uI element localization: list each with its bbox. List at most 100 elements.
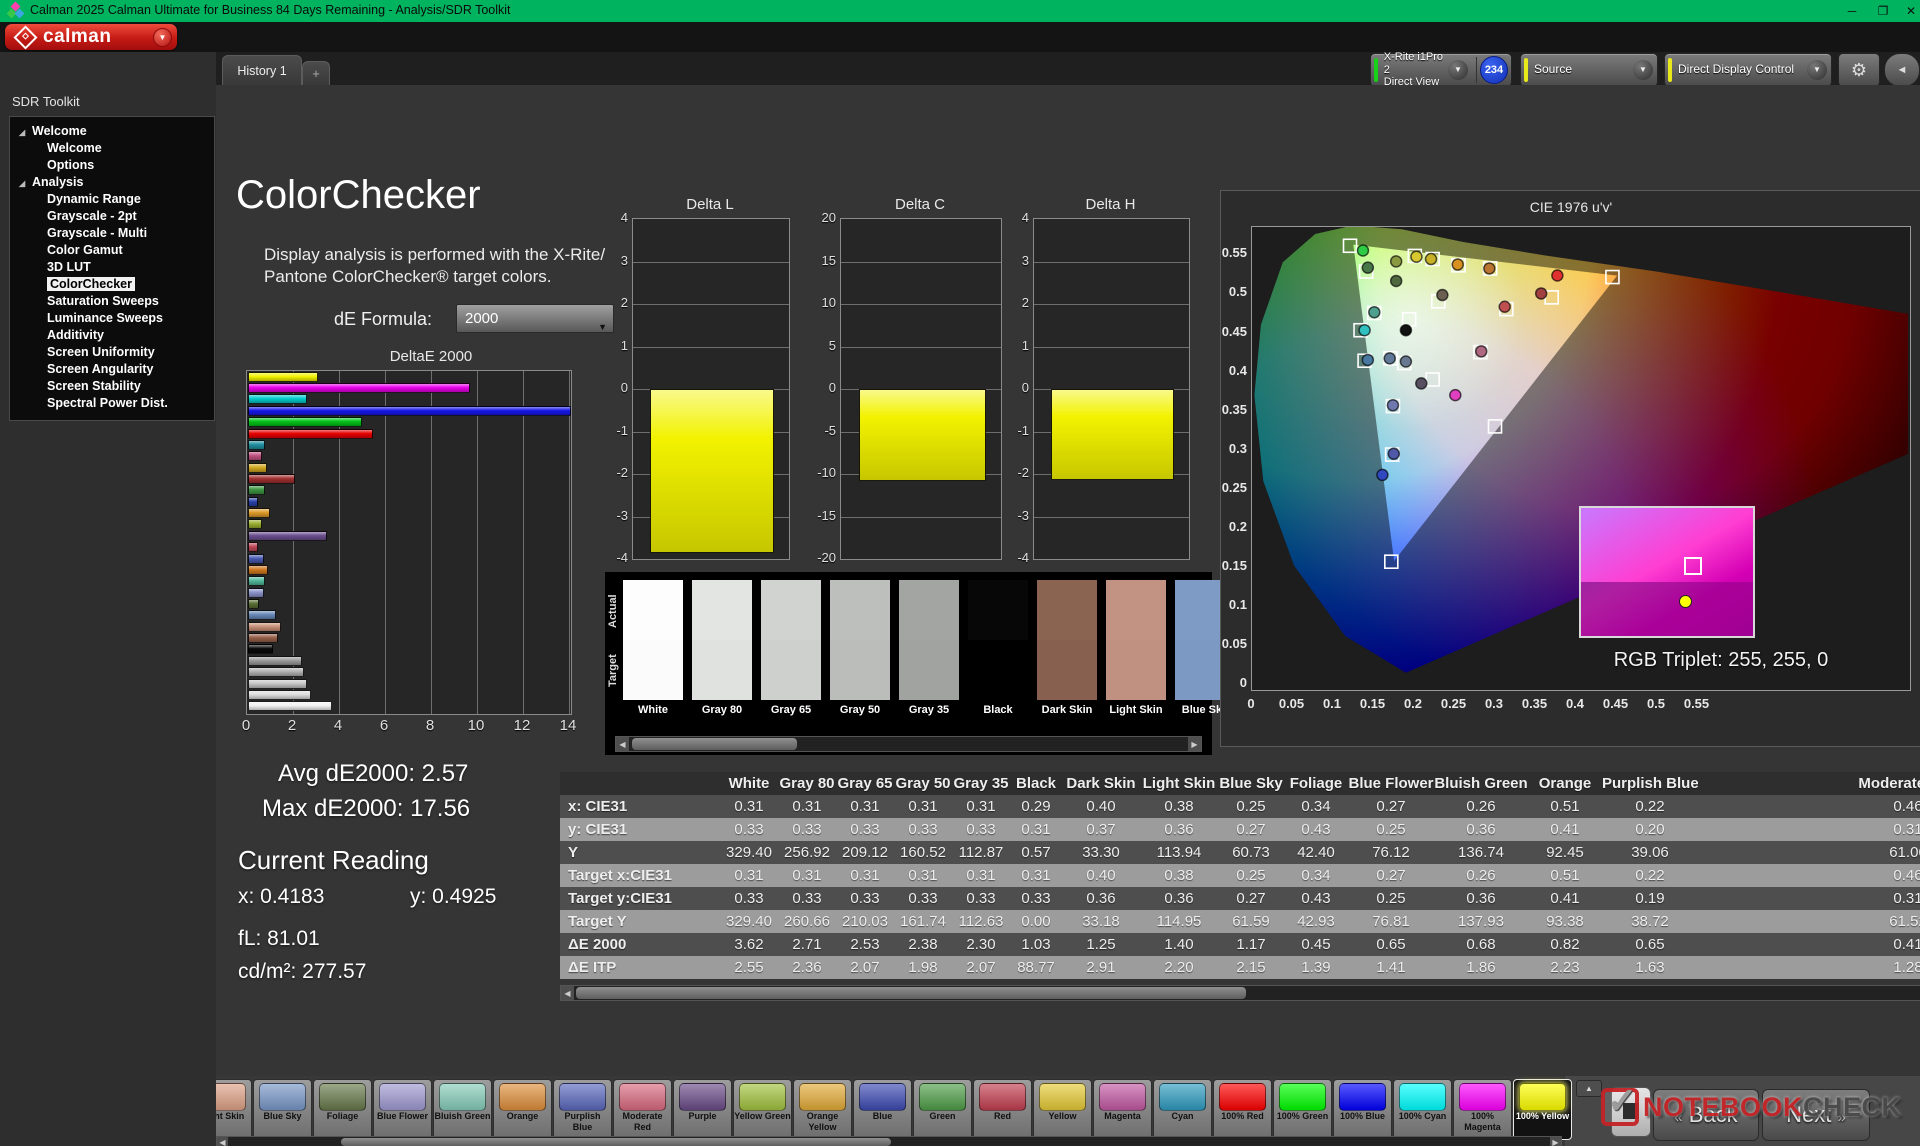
next-button[interactable]: Next »	[1762, 1089, 1870, 1141]
gear-icon[interactable]: ⚙	[1838, 53, 1880, 87]
swatch-gray-80[interactable]: Gray 80	[692, 580, 752, 700]
patch-color-chip	[499, 1083, 546, 1111]
pattern-window-button[interactable]	[1611, 1087, 1651, 1137]
patch-button-blue[interactable]: Blue	[853, 1079, 912, 1140]
table-cell: 0.29	[1010, 795, 1062, 818]
patch-button-100-magenta[interactable]: 100% Magenta	[1453, 1079, 1512, 1140]
table-cell: 0.31	[1698, 818, 1920, 841]
table-scrollbar[interactable]: ◀	[560, 985, 1920, 1001]
swatch-dark-skin[interactable]: Dark Skin	[1037, 580, 1097, 700]
logo-dropdown-icon[interactable]: ▼	[153, 28, 172, 47]
tab-history-1[interactable]: History 1	[222, 55, 302, 86]
description-line1: Display analysis is performed with the X…	[264, 245, 605, 265]
chevron-down-icon[interactable]: ▼	[1807, 60, 1827, 80]
sidebar-item-grayscale-2pt[interactable]: Grayscale - 2pt	[10, 208, 214, 225]
scroll-left-icon[interactable]: ◀	[561, 986, 574, 1000]
swatch-white[interactable]: White	[623, 580, 683, 700]
swatch-target	[692, 640, 752, 700]
patch-button-100-green[interactable]: 100% Green	[1273, 1079, 1332, 1140]
table-cell: 2.07	[836, 956, 894, 979]
back-button[interactable]: « Back	[1653, 1089, 1759, 1141]
patch-button-yellow-green[interactable]: Yellow Green	[733, 1079, 792, 1140]
sidebar-item-saturation-sweeps[interactable]: Saturation Sweeps	[10, 293, 214, 310]
patch-button-purplish-blue[interactable]: Purplish Blue	[553, 1079, 612, 1140]
de-bar-100-magenta	[248, 383, 470, 393]
sidebar-item-additivity[interactable]: Additivity	[10, 327, 214, 344]
close-icon[interactable]: ✕	[1899, 2, 1920, 20]
add-tab-button[interactable]: +	[302, 61, 330, 86]
patch-button-100-cyan[interactable]: 100% Cyan	[1393, 1079, 1452, 1140]
patch-button-100-yellow[interactable]: 100% Yellow	[1513, 1079, 1572, 1140]
patch-button-green[interactable]: Green	[913, 1079, 972, 1140]
swatch-gray-65[interactable]: Gray 65	[761, 580, 821, 700]
table-scroll-thumb[interactable]	[576, 987, 1246, 999]
minimize-icon[interactable]: ─	[1840, 2, 1864, 20]
sidebar-item-screen-angularity[interactable]: Screen Angularity	[10, 361, 214, 378]
tree-group-analysis[interactable]: ◢Analysis	[10, 174, 214, 191]
cie-x-tick-label: 0	[1231, 696, 1271, 711]
patch-button-cyan[interactable]: Cyan	[1153, 1079, 1212, 1140]
patch-color-chip	[1099, 1083, 1146, 1111]
sidebar-item-screen-stability[interactable]: Screen Stability	[10, 378, 214, 395]
gridline	[477, 371, 478, 714]
sidebar-item-color-gamut[interactable]: Color Gamut	[10, 242, 214, 259]
source-dropdown[interactable]: Source ▼	[1520, 53, 1658, 87]
swatch-gray-35[interactable]: Gray 35	[899, 580, 959, 700]
patch-button-yellow[interactable]: Yellow	[1033, 1079, 1092, 1140]
sidebar-item-grayscale-multi[interactable]: Grayscale - Multi	[10, 225, 214, 242]
patch-scroll-thumb[interactable]	[341, 1138, 891, 1146]
sidebar-item-spectral-power-dist-[interactable]: Spectral Power Dist.	[10, 395, 214, 412]
swatch-light-skin[interactable]: Light Skin	[1106, 580, 1166, 700]
table-cell: 0.31	[894, 795, 952, 818]
patch-bar-scrollbar[interactable]: ◀ ▶	[216, 1136, 1562, 1146]
display-control-dropdown[interactable]: Direct Display Control ▼	[1664, 53, 1832, 87]
patch-button-red[interactable]: Red	[973, 1079, 1032, 1140]
cie-y-tick-label: 0.5	[1221, 284, 1247, 299]
panel-collapse-icon[interactable]: ◄	[1884, 53, 1920, 87]
table-cell: 0.33	[952, 818, 1010, 841]
scroll-right-icon[interactable]: ▶	[1188, 737, 1201, 751]
patch-button-foliage[interactable]: Foliage	[313, 1079, 372, 1140]
meter-dropdown[interactable]: X-Rite i1Pro 2 Direct View ▼ 234	[1370, 53, 1512, 87]
table-cell: 33.18	[1062, 910, 1140, 933]
patch-button-blue-flower[interactable]: Blue Flower	[373, 1079, 432, 1140]
chevron-down-icon[interactable]: ▼	[1448, 60, 1468, 80]
sidebar-item-options[interactable]: Options	[10, 157, 214, 174]
table-cell: 93.38	[1528, 910, 1602, 933]
chevron-down-icon[interactable]: ▼	[1633, 60, 1653, 80]
sidebar-item-3d-lut[interactable]: 3D LUT	[10, 259, 214, 276]
calman-menu-button[interactable]: calman ▼	[5, 24, 177, 50]
meter-count-badge[interactable]: 234	[1480, 56, 1508, 84]
swatch-scroll-thumb[interactable]	[632, 738, 797, 750]
patch-button-bluish-green[interactable]: Bluish Green	[433, 1079, 492, 1140]
patch-button-purple[interactable]: Purple	[673, 1079, 732, 1140]
sidebar-item-welcome[interactable]: Welcome	[10, 140, 214, 157]
swatch-black[interactable]: Black	[968, 580, 1028, 700]
maximize-icon[interactable]: ❐	[1871, 2, 1895, 20]
patch-button-magenta[interactable]: Magenta	[1093, 1079, 1152, 1140]
scroll-left-icon[interactable]: ◀	[217, 1137, 228, 1146]
sidebar-item-screen-uniformity[interactable]: Screen Uniformity	[10, 344, 214, 361]
tree-group-welcome[interactable]: ◢Welcome	[10, 123, 214, 140]
patch-list-up-icon[interactable]: ▲	[1576, 1080, 1602, 1097]
sidebar-item-colorchecker[interactable]: ColorChecker	[10, 276, 214, 293]
swatch-scrollbar[interactable]: ◀▶	[615, 736, 1202, 752]
patch-button-100-red[interactable]: 100% Red	[1213, 1079, 1272, 1140]
tree-expand-icon[interactable]: ◢	[19, 124, 25, 141]
cie-y-tick-label: 0.3	[1221, 441, 1247, 456]
patch-button-blue-sky[interactable]: Blue Sky	[253, 1079, 312, 1140]
patch-button-100-blue[interactable]: 100% Blue	[1333, 1079, 1392, 1140]
cie-measured-dot	[1391, 256, 1402, 267]
patch-button-light-skin[interactable]: Light Skin	[216, 1079, 252, 1140]
patch-button-moderate-red[interactable]: Moderate Red	[613, 1079, 672, 1140]
sidebar-item-luminance-sweeps[interactable]: Luminance Sweeps	[10, 310, 214, 327]
scroll-left-icon[interactable]: ◀	[616, 737, 629, 751]
tree-expand-icon[interactable]: ◢	[19, 175, 25, 192]
patch-button-orange[interactable]: Orange	[493, 1079, 552, 1140]
swatch-gray-50[interactable]: Gray 50	[830, 580, 890, 700]
scroll-right-icon[interactable]: ▶	[1550, 1137, 1561, 1146]
table-cell: 2.15	[1218, 956, 1284, 979]
de-formula-select[interactable]: 2000 ▼	[456, 304, 614, 333]
sidebar-item-dynamic-range[interactable]: Dynamic Range	[10, 191, 214, 208]
patch-button-orange-yellow[interactable]: Orange Yellow	[793, 1079, 852, 1140]
